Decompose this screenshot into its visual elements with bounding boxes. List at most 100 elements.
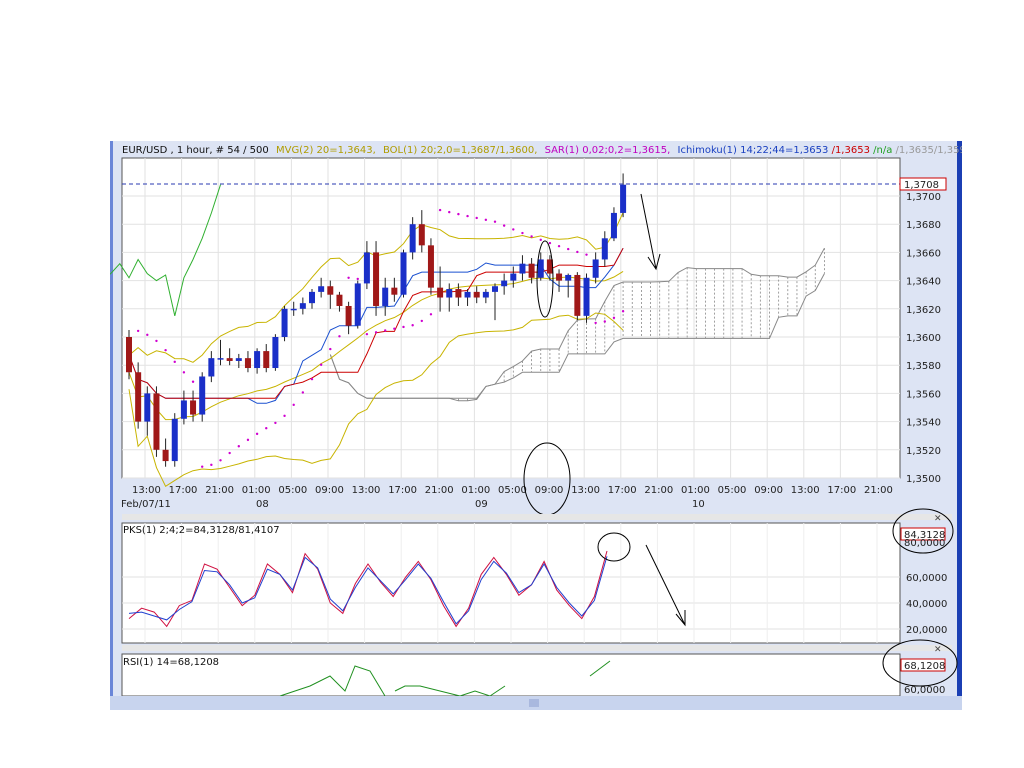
candle-body: [620, 184, 627, 213]
sar-dot: [356, 277, 359, 281]
candle-body: [180, 400, 187, 419]
candle-body: [409, 224, 416, 253]
candle-body: [254, 351, 261, 369]
rsi-title: RSI(1) 14=68,1208: [123, 657, 219, 668]
time-tick-label: 01:00: [681, 485, 710, 496]
sar-dot: [438, 208, 442, 212]
sar-dot: [191, 380, 195, 383]
sar-dot: [521, 231, 524, 235]
candle-body: [153, 393, 160, 450]
sar-dot: [319, 363, 323, 366]
sar-dot: [548, 241, 552, 245]
time-tick-label: 05:00: [278, 485, 307, 496]
rsi-value-label: 68,1208: [904, 661, 945, 672]
sar-dot: [612, 316, 616, 320]
candle-body: [263, 351, 270, 369]
sar-dot: [393, 327, 396, 330]
close-rsi-icon[interactable]: ✕: [934, 645, 942, 655]
sar-dot: [512, 228, 515, 231]
scrollbar-grip[interactable]: [529, 699, 539, 707]
legend-ichi-d: /1,3635/1,3598: [896, 145, 962, 156]
legend-ichi-c: /n/a: [873, 145, 892, 156]
sar-dot: [136, 329, 140, 333]
sar-dot: [146, 333, 149, 337]
candle-body: [354, 283, 361, 326]
price-tick-label: 1,3560: [906, 389, 941, 400]
time-tick-label: 21:00: [205, 485, 234, 496]
panel-splitter-2[interactable]: [122, 645, 952, 651]
current-price-label: 1,3708: [904, 180, 939, 191]
candle-body: [345, 305, 352, 326]
candle-body: [244, 358, 251, 369]
candle-body: [592, 259, 599, 278]
candle-body: [455, 289, 462, 298]
sar-dot: [274, 421, 277, 425]
sar-dot: [530, 235, 533, 238]
day-label: 09: [475, 499, 488, 510]
price-tick-label: 1,3540: [906, 418, 941, 429]
sar-dot: [173, 360, 176, 364]
sar-dot: [557, 244, 561, 248]
price-tick-label: 1,3600: [906, 333, 941, 344]
close-panel-icon[interactable]: ✕: [934, 514, 942, 524]
rsi-panel: RSI(1) 14=68,1208: [121, 653, 901, 697]
sar-dot: [539, 238, 542, 242]
time-tick-label: 17:00: [608, 485, 637, 496]
sar-dot: [347, 276, 350, 279]
candle-body: [437, 287, 444, 298]
candle-body: [208, 358, 215, 377]
candle-body: [162, 449, 169, 462]
candle-body: [601, 238, 608, 260]
sar-dot: [448, 210, 451, 214]
day-label: 10: [692, 499, 705, 510]
candle-body: [299, 303, 306, 309]
candle-body: [391, 287, 398, 295]
time-tick-label: 01:00: [242, 485, 271, 496]
window-frame-left: [110, 141, 113, 710]
legend-text: EUR/USD , 1 hour, # 54 / 500 MVG(2) 20=1…: [122, 145, 962, 156]
time-tick-label: 13:00: [571, 485, 600, 496]
sar-dot: [182, 371, 186, 374]
price-tick-label: 1,3680: [906, 220, 941, 231]
legend-timeframe: , 1 hour, # 54 / 500: [171, 145, 269, 156]
candle-body: [235, 358, 242, 361]
sar-dot: [493, 220, 497, 223]
sar-dot: [502, 224, 506, 227]
legend-ichi-a: Ichimoku(1) 14;22;44=1,3653: [678, 145, 829, 156]
candle-body: [610, 212, 617, 239]
candle-body: [336, 294, 343, 306]
sar-dot: [255, 432, 259, 436]
candle-body: [574, 274, 581, 316]
sar-dot: [402, 325, 405, 329]
sar-dot: [329, 347, 332, 351]
candle-body: [519, 263, 526, 274]
candle-body: [363, 252, 370, 284]
pks-axis-top: 80,0000: [904, 538, 945, 549]
sar-dot: [585, 253, 588, 256]
sar-dot: [164, 348, 167, 352]
window-frame-right: [957, 141, 962, 710]
price-axis: 1,3700 1,3680 1,3660 1,3640 1,3620 1,3600 1,35…: [906, 192, 941, 485]
panel-splitter-1[interactable]: [122, 514, 952, 520]
time-tick-label: 17:00: [169, 485, 198, 496]
candle-body: [226, 358, 233, 361]
sar-dot: [237, 445, 240, 448]
sar-dot: [484, 218, 488, 222]
sar-dot: [228, 451, 231, 455]
candle-body: [199, 376, 206, 415]
sar-dot: [338, 335, 341, 338]
time-tick-label: 13:00: [791, 485, 820, 496]
time-tick-label: 01:00: [461, 485, 490, 496]
time-tick-label: 09:00: [315, 485, 344, 496]
sar-dot: [420, 319, 423, 323]
time-tick-label: 17:00: [827, 485, 856, 496]
pks-tick-label: 60,0000: [906, 573, 947, 584]
sar-dot: [310, 377, 314, 381]
price-tick-label: 1,3580: [906, 361, 941, 372]
candle-body: [464, 291, 471, 298]
legend-sar: SAR(1) 0,02;0,2=1,3615,: [545, 145, 671, 156]
time-tick-label: 09:00: [754, 485, 783, 496]
pks-panel: PKS(1) 2;4;2=84,3128/81,4107: [121, 522, 901, 644]
candle-body: [144, 393, 151, 422]
sar-dot: [567, 247, 570, 251]
